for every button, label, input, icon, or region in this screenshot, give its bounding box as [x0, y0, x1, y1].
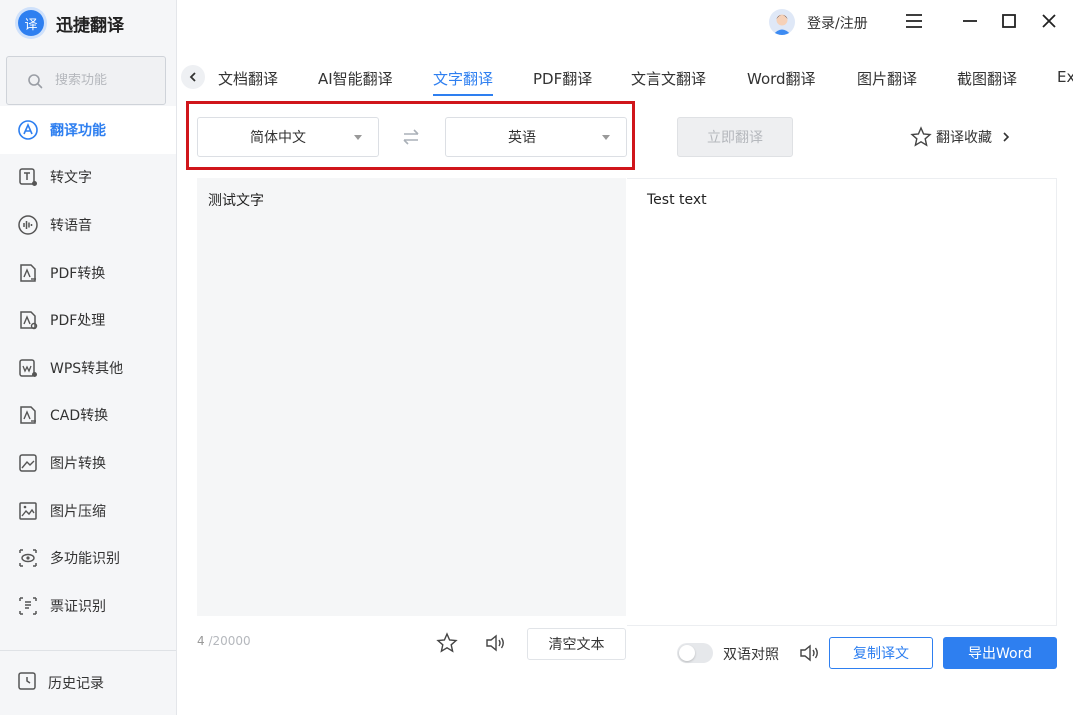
app-name: 迅捷翻译: [56, 15, 124, 36]
brand: 译 迅捷翻译: [18, 8, 124, 38]
sidebar-item-label: 翻译功能: [50, 122, 106, 139]
bilingual-label: 双语对照: [723, 647, 779, 663]
pdf-process-icon: [16, 308, 40, 332]
sidebar-item-label: WPS转其他: [50, 360, 124, 377]
char-count: 4: [197, 634, 205, 648]
app-logo-icon: 译: [18, 10, 44, 36]
favorites-label: 翻译收藏: [936, 130, 992, 146]
minimize-button[interactable]: [959, 10, 981, 32]
tab-excel-translate[interactable]: Ex: [1057, 68, 1073, 86]
chevron-down-icon: [354, 135, 362, 140]
sidebar-item-image-compress[interactable]: 图片压缩: [0, 487, 176, 535]
chevron-left-icon: [189, 72, 196, 82]
swap-languages-icon[interactable]: [401, 128, 421, 146]
sidebar-item-label: PDF处理: [50, 313, 106, 330]
menu-icon: [906, 14, 922, 28]
image-compress-icon: [16, 499, 40, 523]
favorite-button[interactable]: [435, 631, 459, 655]
chevron-down-icon: [602, 135, 610, 140]
bilingual-toggle[interactable]: [677, 643, 713, 663]
tab-ai-translate[interactable]: AI智能翻译: [318, 68, 393, 89]
sidebar: 译 迅捷翻译 翻译功能 转文字 转语音 PDF转换: [0, 0, 177, 715]
star-icon: [910, 126, 932, 147]
source-language-select[interactable]: 简体中文: [197, 117, 379, 157]
target-text-area: Test text: [627, 178, 1057, 626]
menu-button[interactable]: [903, 10, 925, 32]
chevron-right-icon: [1003, 132, 1010, 142]
sidebar-item-label: 图片转换: [50, 455, 106, 472]
close-icon: [1042, 14, 1056, 28]
sidebar-item-label: PDF转换: [50, 265, 106, 282]
sidebar-item-label: 多功能识别: [50, 551, 120, 568]
sidebar-nav: 翻译功能 转文字 转语音 PDF转换 PDF处理 WPS转其他 CAD转换 图片…: [0, 106, 176, 630]
source-text: 测试文字: [208, 193, 264, 209]
pdf-convert-icon: [16, 261, 40, 285]
target-language-value: 英语: [508, 130, 536, 146]
tab-document-translate[interactable]: 文档翻译: [218, 68, 278, 89]
history-icon: [16, 670, 38, 696]
sidebar-item-label: 转文字: [50, 170, 92, 187]
sidebar-item-cad[interactable]: CAD转换: [0, 392, 176, 440]
search-box[interactable]: [6, 56, 166, 105]
voice-icon: [16, 213, 40, 237]
sidebar-item-label: 票证识别: [50, 598, 106, 615]
star-icon: [436, 632, 458, 653]
target-language-select[interactable]: 英语: [445, 117, 627, 157]
export-word-button[interactable]: 导出Word: [943, 637, 1057, 669]
sidebar-item-label: 转语音: [50, 217, 92, 234]
sidebar-item-translate[interactable]: 翻译功能: [0, 106, 176, 154]
translate-now-button[interactable]: 立即翻译: [677, 117, 793, 157]
minimize-icon: [963, 20, 977, 22]
search-icon: [28, 73, 43, 88]
tab-screenshot-translate[interactable]: 截图翻译: [957, 68, 1017, 89]
source-speak-button[interactable]: [483, 631, 507, 655]
search-input[interactable]: [55, 73, 155, 88]
cad-icon: [16, 403, 40, 427]
tabs-back-button[interactable]: [181, 65, 205, 89]
sidebar-item-pdf-process[interactable]: PDF处理: [0, 296, 176, 344]
maximize-button[interactable]: [998, 10, 1020, 32]
translation-favorites-link[interactable]: 翻译收藏: [910, 126, 1016, 148]
tab-word-translate[interactable]: Word翻译: [747, 68, 816, 89]
sidebar-item-multi-recognize[interactable]: 多功能识别: [0, 534, 176, 582]
sidebar-item-to-voice[interactable]: 转语音: [0, 201, 176, 249]
wps-icon: [16, 356, 40, 380]
clear-text-button[interactable]: 清空文本: [527, 628, 626, 660]
char-counter: 4 /20000: [197, 634, 251, 648]
sidebar-item-label: CAD转换: [50, 408, 109, 425]
sidebar-item-wps[interactable]: WPS转其他: [0, 344, 176, 392]
maximize-icon: [1002, 14, 1016, 28]
copy-translation-button[interactable]: 复制译文: [829, 637, 933, 669]
translated-text: Test text: [647, 192, 707, 208]
speaker-icon: [800, 644, 818, 662]
sidebar-item-image-convert[interactable]: 图片转换: [0, 439, 176, 487]
translator-app: 译 迅捷翻译 翻译功能 转文字 转语音 PDF转换: [0, 0, 1073, 715]
tab-text-translate[interactable]: 文字翻译: [433, 68, 493, 89]
tab-image-translate[interactable]: 图片翻译: [857, 68, 917, 89]
sidebar-item-to-text[interactable]: 转文字: [0, 154, 176, 202]
text-convert-icon: [16, 165, 40, 189]
sidebar-item-history[interactable]: 历史记录: [0, 660, 176, 706]
close-button[interactable]: [1038, 10, 1060, 32]
sidebar-item-label: 图片压缩: [50, 503, 106, 520]
char-max: /20000: [208, 634, 251, 648]
login-link[interactable]: 登录/注册: [807, 13, 868, 33]
translate-icon: [16, 118, 40, 142]
sidebar-divider: [0, 650, 176, 651]
history-label: 历史记录: [48, 676, 104, 692]
tab-classical-translate[interactable]: 文言文翻译: [631, 68, 706, 89]
eye-icon: [16, 546, 40, 570]
target-speak-button[interactable]: [797, 641, 821, 665]
image-convert-icon: [16, 451, 40, 475]
active-tab-indicator: [433, 94, 493, 96]
avatar[interactable]: [769, 9, 795, 35]
source-language-value: 简体中文: [250, 130, 306, 146]
sidebar-item-pdf-convert[interactable]: PDF转换: [0, 249, 176, 297]
tab-pdf-translate[interactable]: PDF翻译: [533, 68, 592, 89]
speaker-icon: [486, 634, 504, 652]
ticket-scan-icon: [16, 594, 40, 618]
sidebar-item-ticket[interactable]: 票证识别: [0, 582, 176, 630]
source-text-area[interactable]: 测试文字: [197, 178, 626, 616]
